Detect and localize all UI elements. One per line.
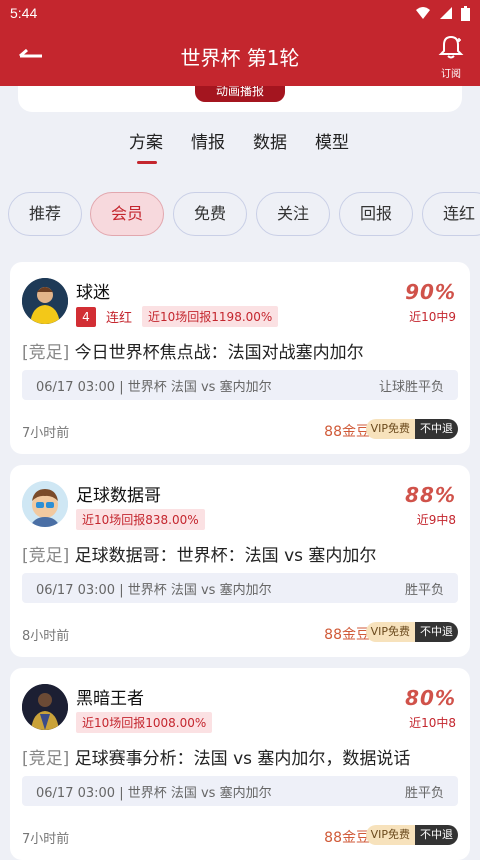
- expert-card[interactable]: 足球数据哥 近10场回报838.00% 88% 近9中8 [竞足] 足球数据哥：…: [10, 465, 470, 657]
- avatar[interactable]: [22, 278, 68, 324]
- plan-tag: [竞足]: [22, 546, 70, 566]
- match-detail: 06/17 03:00 | 世界杯 法国 vs 塞内加尔: [36, 582, 272, 598]
- price: 88金豆: [324, 627, 370, 643]
- plan-headline[interactable]: [竞足] 足球赛事分析：法国 vs 塞内加尔，数据说话: [22, 744, 410, 769]
- hit-rate: 88%: [405, 483, 456, 507]
- hit-rate: 90%: [405, 280, 456, 304]
- expert-badges: 近10场回报1008.00%: [76, 712, 213, 733]
- chip-free[interactable]: 免费: [173, 192, 247, 236]
- refund-label: 不中退: [415, 419, 458, 439]
- price: 88金豆: [324, 424, 370, 440]
- chip-streak[interactable]: 连红: [422, 192, 480, 236]
- expert-name: 足球数据哥: [76, 486, 161, 506]
- plan-title: 今日世界杯焦点战：法国对战塞内加尔: [74, 343, 364, 363]
- expert-name: 球迷: [76, 283, 110, 303]
- chip-recommend[interactable]: 推荐: [8, 192, 82, 236]
- streak-label: 连红: [106, 311, 133, 326]
- match-info: 06/17 03:00 | 世界杯 法国 vs 塞内加尔 让球胜平负: [22, 370, 458, 400]
- bell-icon: [438, 35, 464, 59]
- subscribe-button[interactable]: 订阅: [436, 34, 466, 80]
- post-time: 7小时前: [22, 832, 70, 847]
- tab-active-indicator: [137, 161, 157, 164]
- streak-count-badge: 4: [76, 306, 96, 327]
- market-type: 让球胜平负: [378, 379, 444, 395]
- record-badge: 近10场回报838.00%: [76, 509, 205, 530]
- vip-free-label: VIP免费: [365, 622, 415, 642]
- subscribe-label: 订阅: [441, 69, 461, 80]
- hit-rate: 80%: [405, 686, 456, 710]
- record-badge: 近10场回报1198.00%: [142, 306, 279, 327]
- post-time: 7小时前: [22, 426, 70, 441]
- app-bar: 世界杯 第1轮 订阅: [0, 26, 480, 86]
- tab-bar: 方案 情报 数据 模型: [0, 128, 480, 168]
- vip-free-label: VIP免费: [365, 419, 415, 439]
- chip-follow[interactable]: 关注: [256, 192, 330, 236]
- avatar[interactable]: [22, 481, 68, 527]
- plan-title: 足球数据哥：世界杯：法国 vs 塞内加尔: [74, 546, 377, 566]
- expert-card[interactable]: 球迷 4 连红 近10场回报1198.00% 90% 近10中9 [竞足] 今日…: [10, 262, 470, 454]
- player-avatar-icon: [22, 278, 68, 324]
- plan-tag: [竞足]: [22, 343, 70, 363]
- expert-badges: 近10场回报838.00%: [76, 509, 205, 530]
- match-detail: 06/17 03:00 | 世界杯 法国 vs 塞内加尔: [36, 379, 272, 395]
- status-icons: [415, 5, 470, 21]
- hit-rate-detail: 近10中9: [409, 310, 456, 324]
- animation-broadcast-button[interactable]: 动画播报: [195, 86, 285, 102]
- vip-badge: VIP免费 不中退: [365, 419, 458, 439]
- tab-model[interactable]: 模型: [315, 128, 349, 153]
- match-info: 06/17 03:00 | 世界杯 法国 vs 塞内加尔 胜平负: [22, 776, 458, 806]
- status-time: 5:44: [10, 5, 38, 21]
- avatar[interactable]: [22, 684, 68, 730]
- chip-return[interactable]: 回报: [339, 192, 413, 236]
- vip-badge: VIP免费 不中退: [365, 825, 458, 845]
- market-type: 胜平负: [404, 785, 444, 801]
- filter-chips: 推荐 会员 免费 关注 回报 连红: [8, 192, 480, 236]
- dark-avatar-icon: [22, 684, 68, 730]
- back-arrow-icon[interactable]: [16, 42, 46, 72]
- plan-headline[interactable]: [竞足] 足球数据哥：世界杯：法国 vs 塞内加尔: [22, 541, 376, 566]
- match-detail: 06/17 03:00 | 世界杯 法国 vs 塞内加尔: [36, 785, 272, 801]
- hit-rate-detail: 近10中8: [409, 716, 456, 730]
- market-type: 胜平负: [404, 582, 444, 598]
- signal-icon: [440, 7, 452, 19]
- plan-headline[interactable]: [竞足] 今日世界杯焦点战：法国对战塞内加尔: [22, 338, 364, 363]
- vip-free-label: VIP免费: [365, 825, 415, 845]
- expert-badges: 4 连红 近10场回报1198.00%: [76, 306, 279, 327]
- vip-badge: VIP免费 不中退: [365, 622, 458, 642]
- record-badge: 近10场回报1008.00%: [76, 712, 213, 733]
- expert-name: 黑暗王者: [76, 689, 144, 709]
- plan-title: 足球赛事分析：法国 vs 塞内加尔，数据说话: [74, 749, 411, 769]
- refund-label: 不中退: [415, 622, 458, 642]
- tab-intel[interactable]: 情报: [191, 128, 225, 153]
- chip-member[interactable]: 会员: [90, 192, 164, 236]
- cartoon-avatar-icon: [22, 481, 68, 527]
- battery-icon: [461, 5, 470, 21]
- price: 88金豆: [324, 830, 370, 846]
- plan-tag: [竞足]: [22, 749, 70, 769]
- expert-card[interactable]: 黑暗王者 近10场回报1008.00% 80% 近10中8 [竞足] 足球赛事分…: [10, 668, 470, 860]
- refund-label: 不中退: [415, 825, 458, 845]
- hit-rate-detail: 近9中8: [416, 513, 456, 527]
- tab-plan[interactable]: 方案: [129, 128, 163, 153]
- status-bar: 5:44: [0, 0, 480, 26]
- post-time: 8小时前: [22, 629, 70, 644]
- wifi-icon: [416, 7, 430, 19]
- page-title: 世界杯 第1轮: [180, 45, 300, 70]
- match-info: 06/17 03:00 | 世界杯 法国 vs 塞内加尔 胜平负: [22, 573, 458, 603]
- tab-data[interactable]: 数据: [253, 128, 287, 153]
